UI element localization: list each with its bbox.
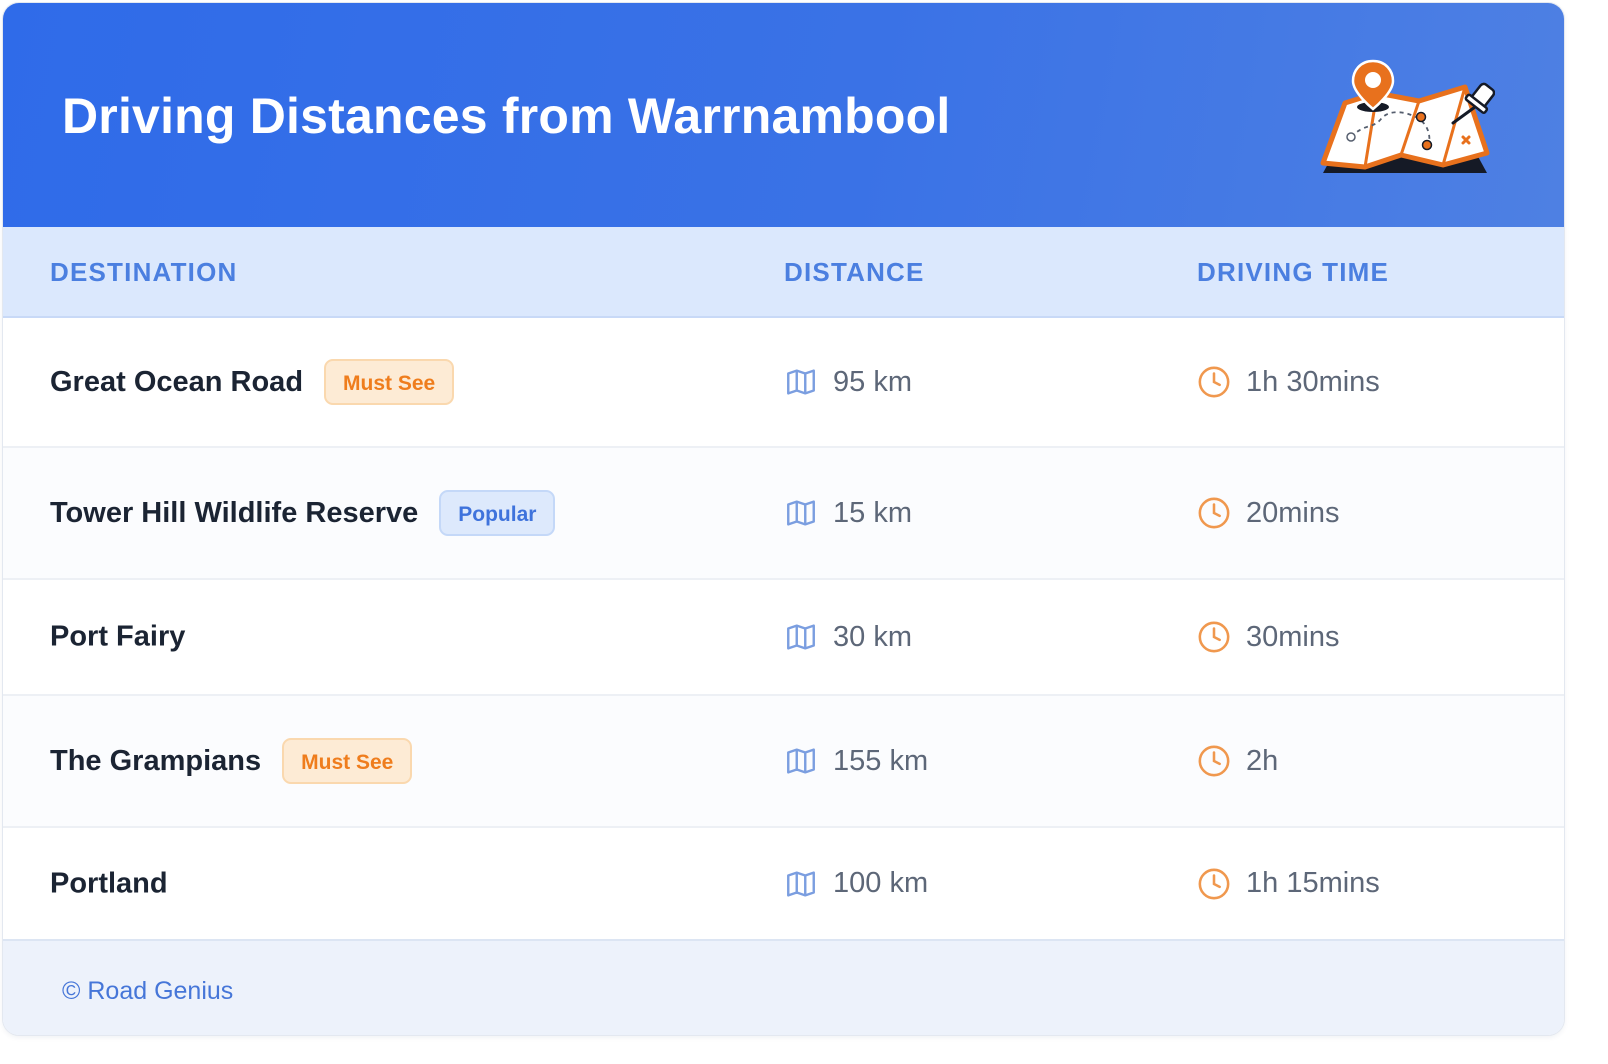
- distance-value: 15 km: [833, 496, 912, 529]
- distance-cell: 30 km: [784, 620, 912, 654]
- footer: © Road Genius: [3, 939, 1564, 1035]
- table-row: Portland 100 km 1h 15mins: [3, 828, 1564, 939]
- clock-icon: [1198, 621, 1230, 653]
- distance-value: 155 km: [833, 744, 929, 777]
- column-header-distance: DISTANCE: [784, 257, 925, 287]
- driving-time-value: 1h 30mins: [1246, 365, 1380, 398]
- driving-time-cell: 30mins: [1197, 620, 1340, 654]
- map-icon: [787, 870, 815, 897]
- driving-time-value: 20mins: [1246, 496, 1340, 529]
- status-badge: Popular: [439, 490, 556, 536]
- map-icon: [787, 369, 815, 395]
- table-header: DESTINATION DISTANCE DRIVING TIME: [3, 227, 1564, 318]
- map-icon: [787, 624, 815, 650]
- map-icon: [787, 748, 815, 774]
- clock-icon: [1198, 745, 1230, 777]
- distance-cell: 100 km: [784, 867, 928, 901]
- table-row: Tower Hill Wildlife Reserve Popular 15 k…: [3, 448, 1564, 580]
- footer-copyright: © Road Genius: [62, 977, 234, 1005]
- status-badge: Must See: [282, 738, 413, 784]
- map-icon: [787, 500, 815, 526]
- destination-name: Great Ocean Road: [50, 365, 304, 398]
- driving-time-cell: 20mins: [1197, 496, 1340, 530]
- destination-name: Portland: [50, 867, 168, 899]
- driving-time-cell: 1h 15mins: [1197, 867, 1380, 901]
- destination-cell: Great Ocean Road Must See: [50, 359, 455, 405]
- destination-cell: Portland: [50, 867, 168, 900]
- status-badge: Must See: [324, 359, 455, 405]
- map-with-pins-icon: [1320, 59, 1495, 173]
- driving-time-value: 30mins: [1246, 620, 1340, 653]
- destination-cell: Tower Hill Wildlife Reserve Popular: [50, 490, 556, 536]
- destination-cell: The Grampians Must See: [50, 738, 413, 784]
- distance-value: 30 km: [833, 620, 912, 653]
- destination-name: The Grampians: [50, 744, 262, 777]
- table-row: Port Fairy 30 km 30mins: [3, 580, 1564, 696]
- destination-name: Port Fairy: [50, 620, 186, 653]
- clock-icon: [1198, 366, 1230, 398]
- distance-cell: 95 km: [784, 365, 912, 399]
- destination-name: Tower Hill Wildlife Reserve: [50, 496, 419, 529]
- distance-card: Driving Distances from Warrnambool DESTI…: [3, 3, 1564, 1035]
- distance-cell: 15 km: [784, 496, 912, 530]
- clock-icon: [1198, 497, 1230, 529]
- distance-cell: 155 km: [784, 744, 928, 778]
- table-row: The Grampians Must See 155 km 2h: [3, 696, 1564, 828]
- column-header-driving-time: DRIVING TIME: [1197, 257, 1390, 287]
- driving-time-cell: 1h 30mins: [1197, 365, 1380, 399]
- distance-value: 100 km: [833, 867, 929, 899]
- driving-time-cell: 2h: [1197, 744, 1278, 778]
- table-row: Great Ocean Road Must See 95 km 1h 30min…: [3, 318, 1564, 448]
- destination-cell: Port Fairy: [50, 621, 185, 654]
- driving-time-value: 1h 15mins: [1246, 867, 1380, 899]
- driving-time-value: 2h: [1246, 744, 1279, 777]
- page-title: Driving Distances from Warrnambool: [62, 88, 951, 144]
- header-banner: Driving Distances from Warrnambool: [3, 3, 1564, 227]
- distance-value: 95 km: [833, 365, 912, 398]
- column-header-destination: DESTINATION: [50, 257, 238, 287]
- clock-icon: [1198, 868, 1230, 899]
